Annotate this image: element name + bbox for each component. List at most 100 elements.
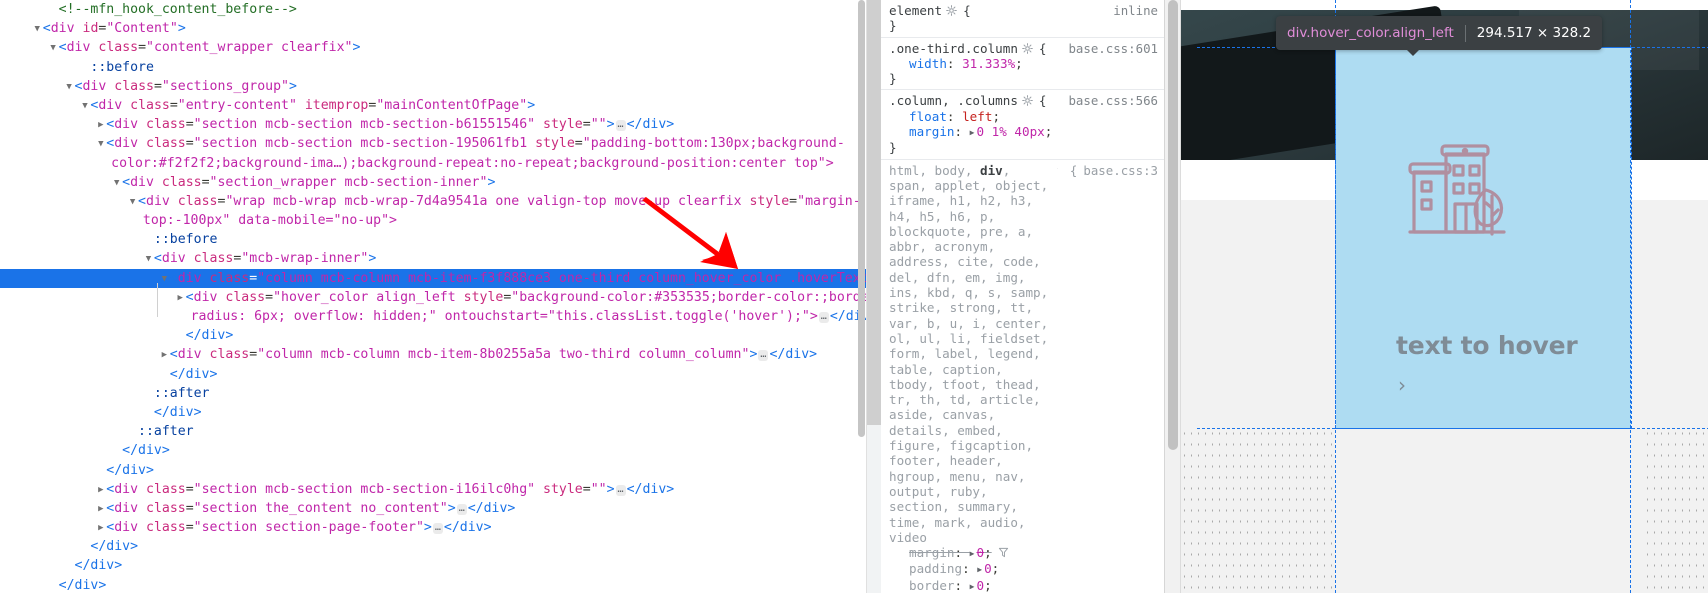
expand-ellipsis-button[interactable]: … (615, 484, 626, 496)
hover-color-highlight-box[interactable]: text to hover › (1335, 0, 1632, 593)
style-declaration[interactable]: padding: ▶ 0; (881, 561, 1164, 577)
declaration-property[interactable]: float (909, 109, 947, 124)
expand-ellipsis-button[interactable]: … (432, 523, 443, 535)
dom-node-row[interactable]: </div> (0, 326, 866, 345)
tree-twisty-closed[interactable] (175, 289, 186, 308)
tree-twisty-blank[interactable] (159, 366, 170, 385)
tree-twisty-open[interactable] (111, 174, 122, 193)
dom-pane-scrollbar[interactable] (857, 0, 866, 593)
declaration-value[interactable]: 0 1% 40px (977, 124, 1045, 139)
style-rule[interactable]: .column, .columns{base.css:566 float: lef… (881, 90, 1164, 160)
tree-twisty-open[interactable] (32, 20, 43, 39)
expand-triangle-icon[interactable]: ▶ (977, 562, 982, 577)
style-rule-header[interactable]: .column, .columns{base.css:566 (881, 93, 1164, 108)
tree-twisty-blank[interactable] (175, 327, 186, 346)
style-rule[interactable]: element{inline} (881, 0, 1164, 38)
dom-node-row[interactable]: <div class="section mcb-section mcb-sect… (0, 115, 866, 134)
declaration-property[interactable]: margin (909, 545, 955, 560)
style-declaration[interactable]: margin: ▶ 0; (881, 545, 1164, 561)
tree-twisty-blank[interactable] (143, 231, 154, 250)
style-rule-selector[interactable]: .one-third.column (889, 41, 1018, 56)
style-declaration[interactable]: width: 31.333%; (881, 56, 1164, 71)
dom-node-row[interactable]: <div class="section mcb-section mcb-sect… (0, 134, 866, 153)
tree-twisty-closed[interactable] (95, 519, 106, 538)
tree-twisty-open[interactable] (95, 135, 106, 154)
dom-node-row[interactable]: ::after (0, 422, 866, 441)
declaration-value[interactable]: left (962, 109, 992, 124)
dom-node-row[interactable]: <div class="column mcb-column mcb-item-8… (0, 345, 866, 364)
tree-twisty-closed[interactable] (95, 481, 106, 500)
tree-twisty-blank[interactable] (48, 577, 59, 593)
chevron-right-icon[interactable]: › (1398, 373, 1406, 397)
page-scrollbar[interactable] (1165, 0, 1181, 593)
expand-ellipsis-button[interactable]: … (818, 312, 829, 323)
tree-twisty-blank[interactable] (79, 59, 90, 78)
dom-node-row[interactable]: <div id="Content"> (0, 19, 866, 38)
expand-ellipsis-button[interactable]: … (758, 350, 769, 362)
dom-node-row[interactable]: <div class="sections_group"> (0, 77, 866, 96)
gear-icon[interactable] (1022, 95, 1033, 107)
style-rule-source[interactable]: base.css:566 (1068, 93, 1158, 108)
declaration-property[interactable]: border (909, 578, 955, 593)
tree-twisty-open[interactable] (79, 97, 90, 116)
style-rule-selector[interactable]: html, body, div, span, applet, object, i… (889, 163, 1053, 545)
style-rule-header[interactable]: html, body, div, span, applet, object, i… (881, 163, 1164, 545)
page-preview-pane[interactable]: text to hover › div.hover_color.align_le… (1164, 0, 1708, 593)
tree-twisty-open[interactable] (127, 193, 138, 212)
dom-node-row[interactable]: <div class="hover_color align_left style… (0, 288, 866, 307)
style-declaration[interactable]: border: ▶ 0; (881, 578, 1164, 593)
dom-node-row[interactable]: <!--mfn_hook_content_before--> (0, 0, 866, 19)
tree-twisty-open[interactable] (64, 78, 75, 97)
expand-ellipsis-button[interactable]: … (456, 503, 467, 515)
style-declaration[interactable]: float: left; (881, 109, 1164, 124)
dom-node-row[interactable]: </div> (0, 576, 866, 593)
page-scrollbar-thumb[interactable] (1168, 0, 1178, 450)
dom-tree-pane[interactable]: <!--mfn_hook_content_before--> <div id="… (0, 0, 866, 593)
dom-scrollbar-thumb[interactable] (858, 0, 865, 437)
dom-node-row[interactable]: </div> (0, 365, 866, 384)
dom-node-row[interactable]: </div> (0, 403, 866, 422)
dom-node-row[interactable]: <div class="section section-page-footer"… (0, 518, 866, 537)
tree-twisty-open[interactable] (143, 250, 154, 269)
expand-ellipsis-button[interactable]: … (615, 120, 626, 132)
style-rule-source[interactable]: inline (1113, 3, 1158, 18)
dom-node-row[interactable]: <div class="content_wrapper clearfix"> (0, 38, 866, 57)
style-rule-selector[interactable]: .column, .columns (889, 93, 1018, 108)
dom-node-row[interactable]: </div> (0, 537, 866, 556)
tree-twisty-blank[interactable] (143, 385, 154, 404)
style-rule[interactable]: html, body, div, span, applet, object, i… (881, 160, 1164, 593)
styles-pane[interactable]: element{inline} .one-third.column{base.cs… (866, 0, 1164, 593)
dom-node-selected[interactable]: <div class="column mcb-column mcb-item-f… (0, 268, 866, 288)
style-rule-source[interactable]: base.css:3 (1083, 163, 1158, 178)
tree-twisty-blank[interactable] (48, 1, 59, 20)
dom-tree-lines[interactable]: <!--mfn_hook_content_before--> <div id="… (0, 0, 866, 593)
declaration-property[interactable]: width (909, 56, 947, 71)
dom-node-row[interactable]: <div class="wrap mcb-wrap mcb-wrap-7d4a9… (0, 192, 866, 211)
tree-twisty-closed[interactable] (159, 346, 170, 365)
declaration-value[interactable]: 31.333% (962, 56, 1015, 71)
tree-twisty-blank[interactable] (79, 538, 90, 557)
style-declaration[interactable]: margin: ▶ 0 1% 40px; (881, 124, 1164, 140)
style-rule[interactable]: .one-third.column{base.css:601 width: 31.… (881, 38, 1164, 91)
tree-twisty-blank[interactable] (127, 423, 138, 442)
dom-node-row[interactable]: <div class="section the_content no_conte… (0, 499, 866, 518)
expand-triangle-icon[interactable]: ▶ (970, 125, 975, 140)
style-rule-header[interactable]: .one-third.column{base.css:601 (881, 41, 1164, 56)
gear-icon[interactable] (1057, 163, 1058, 174)
tree-twisty-blank[interactable] (143, 404, 154, 423)
filter-icon[interactable] (998, 547, 1009, 558)
dom-node-row[interactable]: </div> (0, 441, 866, 460)
dom-node-row[interactable]: </div> (0, 461, 866, 480)
tree-twisty-blank[interactable] (64, 557, 75, 576)
expand-triangle-icon[interactable]: ▶ (970, 546, 975, 561)
expand-triangle-icon[interactable]: ▶ (970, 579, 975, 593)
declaration-property[interactable]: margin (909, 124, 955, 139)
dom-node-row[interactable]: ::before (0, 58, 866, 77)
gear-icon[interactable] (1022, 42, 1033, 54)
tree-twisty-blank[interactable] (95, 462, 106, 481)
dom-node-row[interactable]: <div class="entry-content" itemprop="mai… (0, 96, 866, 115)
dom-node-row[interactable]: </div> (0, 556, 866, 575)
declaration-value[interactable]: 0 (977, 545, 985, 560)
declaration-value[interactable]: 0 (977, 578, 985, 593)
tree-twisty-closed[interactable] (95, 500, 106, 519)
